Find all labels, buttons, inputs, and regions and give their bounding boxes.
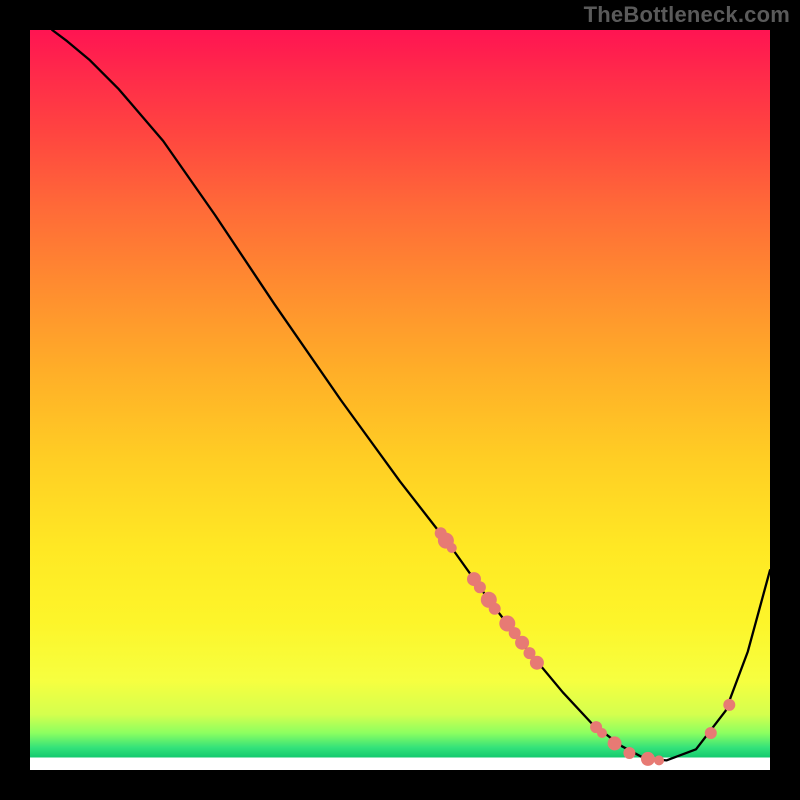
marker-dot <box>474 581 486 593</box>
marker-dot <box>447 543 457 553</box>
chart-area <box>30 30 770 770</box>
marker-dot <box>515 636 529 650</box>
chart-curve <box>52 30 770 760</box>
frame: TheBottleneck.com <box>0 0 800 800</box>
chart-markers <box>435 527 736 766</box>
marker-dot <box>705 727 717 739</box>
marker-dot <box>530 656 544 670</box>
watermark-text: TheBottleneck.com <box>584 2 790 28</box>
marker-dot <box>597 728 607 738</box>
marker-dot <box>654 755 664 765</box>
marker-dot <box>608 736 622 750</box>
marker-dot <box>641 752 655 766</box>
marker-dot <box>723 699 735 711</box>
marker-dot <box>489 603 501 615</box>
chart-svg <box>30 30 770 770</box>
marker-dot <box>623 747 635 759</box>
